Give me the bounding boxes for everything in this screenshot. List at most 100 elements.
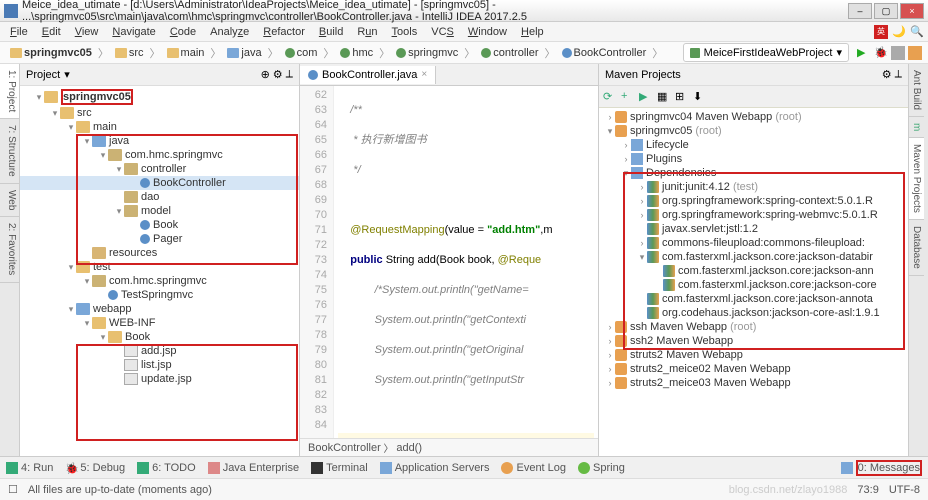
bb-todo[interactable]: 6: TODO	[137, 462, 196, 474]
bottom-tool-bar: 4: Run 🐞5: Debug 6: TODO Java Enterprise…	[0, 456, 928, 478]
node-pkg[interactable]: com.hmc.springmvc	[125, 149, 223, 161]
hide-icon[interactable]: ⟂	[895, 68, 902, 81]
node-src[interactable]: src	[77, 107, 92, 119]
stop-icon[interactable]	[891, 46, 905, 60]
node-pkg2[interactable]: com.hmc.springmvc	[109, 275, 207, 287]
node-controller[interactable]: controller	[141, 163, 186, 175]
tab-project[interactable]: 1: Project	[0, 64, 19, 119]
node-pager[interactable]: Pager	[153, 233, 182, 245]
bc-src[interactable]: src	[111, 46, 148, 60]
tab-database[interactable]: Database	[909, 220, 924, 276]
ime-icon[interactable]: 英	[874, 25, 888, 39]
node-book[interactable]: Book	[153, 219, 178, 231]
toggle-icon[interactable]: ⊞	[675, 90, 689, 104]
gear-icon[interactable]: ⚙	[882, 68, 892, 81]
node-main[interactable]: main	[93, 121, 117, 133]
node-resources[interactable]: resources	[109, 247, 157, 259]
hide-icon[interactable]: ⟂	[286, 68, 293, 81]
node-webapp[interactable]: webapp	[93, 303, 132, 315]
tab-web[interactable]: Web	[0, 184, 19, 217]
menu-build[interactable]: Build	[313, 24, 349, 40]
moon-icon[interactable]: 🌙	[892, 25, 906, 39]
menu-view[interactable]: View	[69, 24, 105, 40]
title-text: Meice_idea_utimate - [d:\Users\Administr…	[22, 0, 848, 23]
node-bookcontroller[interactable]: BookController	[153, 177, 226, 189]
collapse-icon[interactable]: ⊕	[261, 68, 270, 81]
node-addjsp[interactable]: add.jsp	[141, 345, 176, 357]
tab-favorites[interactable]: 2: Favorites	[0, 217, 19, 282]
app-icon	[4, 4, 18, 18]
encoding[interactable]: UTF-8	[889, 484, 920, 496]
editor-crumb: BookController 〉 add()	[300, 438, 598, 456]
refresh-icon[interactable]: ⟳	[603, 90, 617, 104]
menu-vcs[interactable]: VCS	[425, 24, 460, 40]
bc-springmvc[interactable]: springmvc	[392, 46, 462, 60]
menubar: FFileile Edit View Navigate Code Analyze…	[0, 22, 928, 42]
maven-tree[interactable]: ›springmvc04 Maven Webapp (root) ▾spring…	[599, 108, 908, 456]
menu-analyze[interactable]: Analyze	[204, 24, 255, 40]
bc-controller[interactable]: controller	[477, 46, 542, 60]
bc-root[interactable]: springmvc05	[6, 46, 96, 60]
node-dao[interactable]: dao	[141, 191, 159, 203]
code-content[interactable]: /** * 执行新增图书 */ @RequestMapping(value = …	[334, 86, 598, 438]
tab-structure[interactable]: 7: Structure	[0, 119, 19, 184]
bc-class[interactable]: BookController	[558, 46, 651, 60]
maven-panel: Maven Projects ⚙⟂ ⟳ + ▶ ▦ ⊞ ⬇ ›springmvc…	[598, 64, 908, 456]
bb-spring[interactable]: Spring	[578, 462, 625, 474]
left-tool-tabs: 1: Project 7: Structure Web 2: Favorites	[0, 64, 20, 456]
bc-java[interactable]: java	[223, 46, 265, 60]
tab-maven[interactable]: Maven Projects	[909, 138, 924, 220]
close-button[interactable]: ×	[900, 3, 924, 19]
close-tab-icon[interactable]: ×	[421, 69, 427, 80]
panel-title: Project	[26, 69, 60, 81]
status-icon[interactable]: ☐	[8, 483, 18, 496]
debug-icon[interactable]: 🐞	[874, 46, 888, 60]
bb-debug[interactable]: 🐞5: Debug	[65, 462, 125, 474]
maven-toolbar: ⟳ + ▶ ▦ ⊞ ⬇	[599, 86, 908, 108]
bc-com[interactable]: com	[281, 46, 322, 60]
execute-icon[interactable]: ▦	[657, 90, 671, 104]
bb-messages[interactable]: 0: Messages	[841, 460, 922, 476]
menu-navigate[interactable]: Navigate	[106, 24, 161, 40]
bb-je[interactable]: Java Enterprise	[208, 462, 299, 474]
menu-run[interactable]: Run	[351, 24, 383, 40]
bc-hmc[interactable]: hmc	[336, 46, 377, 60]
menu-edit[interactable]: Edit	[36, 24, 67, 40]
download-icon[interactable]: ⬇	[693, 90, 707, 104]
project-tree[interactable]: ▾springmvc05 ▾src ▾main ▾java ▾com.hmc.s…	[20, 86, 299, 456]
node-springmvc05[interactable]: springmvc05	[61, 89, 133, 105]
run-config-selector[interactable]: MeiceFirstIdeaWebProject▾	[683, 43, 849, 62]
tab-ant[interactable]: Ant Build	[909, 64, 924, 117]
menu-file[interactable]: FFileile	[4, 24, 34, 40]
add-icon[interactable]: +	[621, 90, 635, 104]
minimize-button[interactable]: –	[848, 3, 872, 19]
bb-apps[interactable]: Application Servers	[380, 462, 490, 474]
run-icon[interactable]: ▶	[639, 90, 653, 104]
menu-tools[interactable]: Tools	[386, 24, 424, 40]
node-bookfolder[interactable]: Book	[125, 331, 150, 343]
tab-m[interactable]: m	[909, 117, 924, 138]
node-java[interactable]: java	[109, 135, 129, 147]
right-tool-tabs: Ant Build m Maven Projects Database	[908, 64, 928, 456]
search-icon[interactable]	[908, 46, 922, 60]
bc-main[interactable]: main	[163, 46, 209, 60]
node-testspringmvc[interactable]: TestSpringmvc	[121, 289, 193, 301]
node-updatejsp[interactable]: update.jsp	[141, 373, 192, 385]
menu-refactor[interactable]: Refactor	[257, 24, 311, 40]
node-test[interactable]: test	[93, 261, 111, 273]
bb-terminal[interactable]: Terminal	[311, 462, 368, 474]
bb-eventlog[interactable]: Event Log	[501, 462, 566, 474]
menu-help[interactable]: Help	[515, 24, 550, 40]
editor: BookController.java× 6263646566676869707…	[300, 64, 598, 456]
bb-run[interactable]: 4: Run	[6, 462, 53, 474]
search-icon[interactable]: 🔍	[910, 25, 924, 39]
maximize-button[interactable]: ▢	[874, 3, 898, 19]
node-model[interactable]: model	[141, 205, 171, 217]
menu-code[interactable]: Code	[164, 24, 202, 40]
node-listjsp[interactable]: list.jsp	[141, 359, 172, 371]
run-icon[interactable]: ▶	[857, 46, 871, 60]
gear-icon[interactable]: ⚙	[273, 68, 283, 81]
node-webinf[interactable]: WEB-INF	[109, 317, 155, 329]
editor-tab[interactable]: BookController.java×	[300, 66, 436, 84]
menu-window[interactable]: Window	[462, 24, 513, 40]
